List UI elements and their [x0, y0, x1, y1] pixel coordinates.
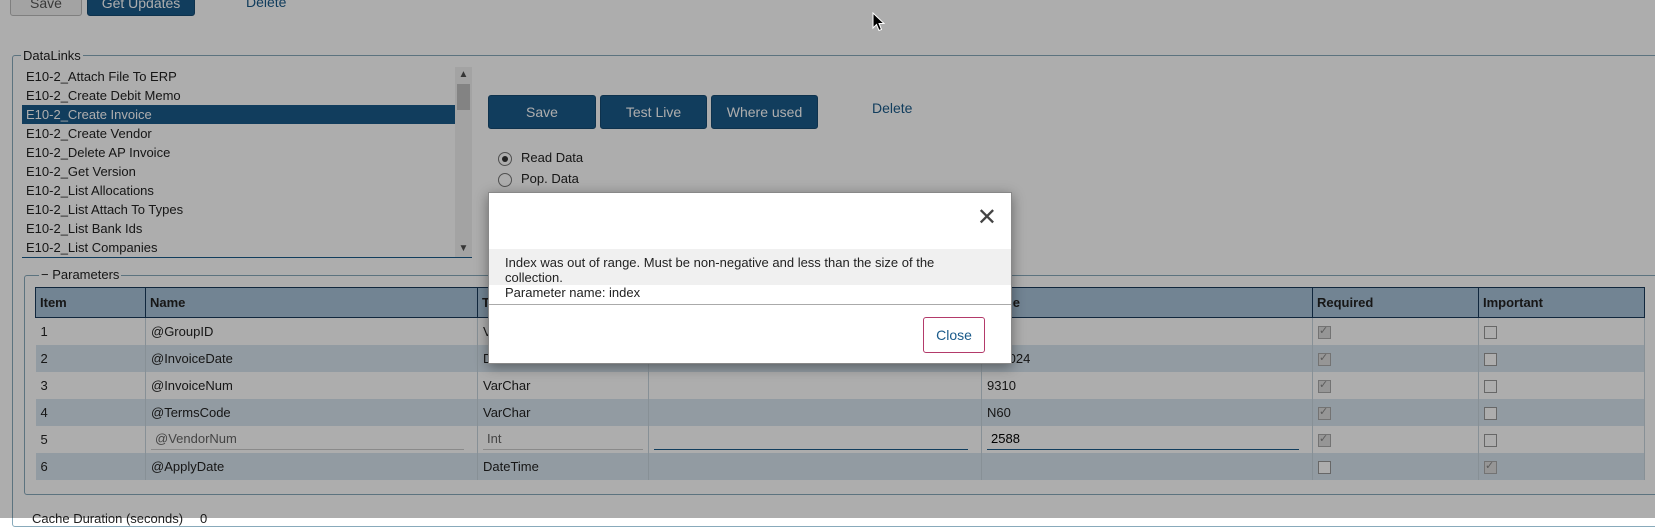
dialog-divider — [489, 304, 1011, 305]
error-dialog: ✕ Index was out of range. Must be non-ne… — [488, 192, 1012, 364]
mouse-cursor-icon — [872, 12, 886, 32]
error-message-line1: Index was out of range. Must be non-nega… — [505, 255, 935, 285]
error-message: Index was out of range. Must be non-nega… — [489, 249, 1011, 300]
error-message-line2: Parameter name: index — [505, 285, 641, 300]
close-button[interactable]: Close — [923, 317, 985, 353]
close-icon[interactable]: ✕ — [977, 203, 997, 232]
